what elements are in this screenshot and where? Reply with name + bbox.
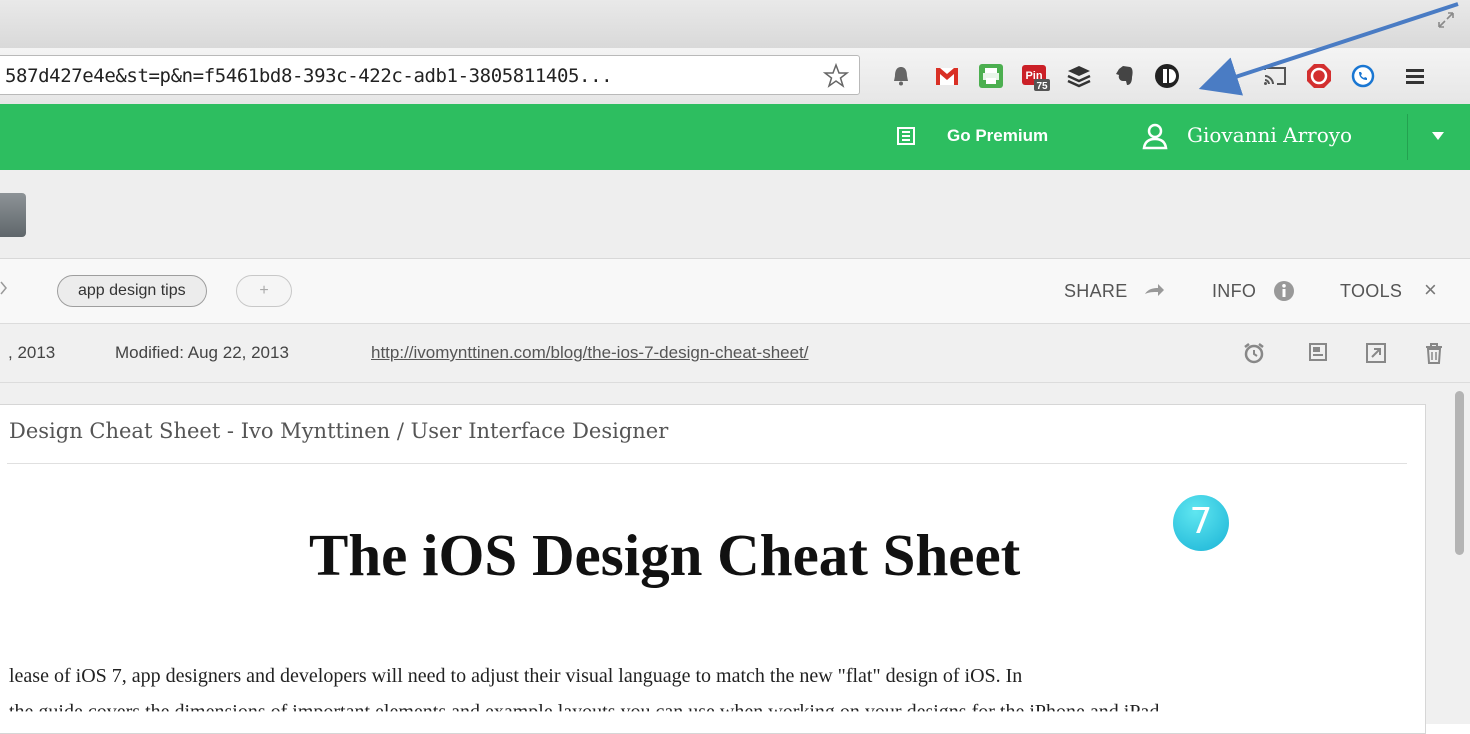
created-date: , 2013	[8, 343, 56, 362]
scrollbar[interactable]	[1448, 383, 1470, 724]
go-premium-button[interactable]: Go Premium	[947, 126, 1048, 146]
note-toolbar-strip	[0, 170, 1470, 259]
done-button[interactable]	[0, 193, 26, 237]
tag-chip[interactable]: app design tips	[57, 275, 207, 307]
divider	[1407, 114, 1408, 160]
article-headline: The iOS Design Cheat Sheet	[309, 522, 1021, 588]
trash-icon[interactable]	[1422, 341, 1446, 365]
instapaper-icon[interactable]	[1152, 61, 1182, 91]
address-bar[interactable]: 587d427e4e&st=p&n=f5461bd8-393c-422c-adb…	[0, 55, 860, 95]
share-button[interactable]: SHARE	[1064, 281, 1128, 302]
chevron-icon	[0, 281, 7, 295]
info-button[interactable]: INFO	[1212, 281, 1256, 302]
user-icon	[1142, 123, 1168, 150]
info-icon[interactable]	[1272, 279, 1296, 303]
bookmark-star-icon[interactable]	[823, 63, 849, 89]
article-paragraph: the guide covers the dimensions of impor…	[9, 701, 1160, 723]
annotation-arrow	[1198, 2, 1459, 96]
tools-button[interactable]: TOOLS	[1340, 281, 1402, 302]
chevron-down-icon[interactable]	[1432, 132, 1444, 140]
user-name-button[interactable]: Giovanni Arroyo	[1187, 123, 1352, 147]
expand-window-icon[interactable]	[1364, 341, 1388, 365]
tag-row: app design tips + SHARE INFO TOOLS ×	[0, 259, 1470, 323]
title-divider	[7, 463, 1407, 464]
layers-icon[interactable]	[1064, 61, 1094, 91]
scrollbar-thumb[interactable]	[1455, 391, 1464, 555]
reminder-alarm-icon[interactable]	[1242, 341, 1266, 365]
premium-book-icon	[897, 127, 915, 145]
source-url-link[interactable]: http://ivomynttinen.com/blog/the-ios-7-d…	[371, 343, 809, 363]
close-icon[interactable]: ×	[1424, 277, 1437, 303]
url-text[interactable]: 587d427e4e&st=p&n=f5461bd8-393c-422c-adb…	[5, 65, 613, 87]
arrow-right-icon[interactable]	[1142, 279, 1166, 303]
note-title[interactable]: Design Cheat Sheet - Ivo Mynttinen / Use…	[9, 419, 668, 443]
bell-icon[interactable]	[886, 61, 916, 91]
app-header: Go Premium Giovanni Arroyo	[0, 104, 1470, 170]
pinterest-icon[interactable]: Pin 75	[1020, 61, 1050, 91]
pinterest-badge: 75	[1036, 81, 1048, 91]
present-icon[interactable]	[1306, 341, 1330, 365]
ios7-badge: 7	[1173, 495, 1229, 551]
modified-date: Modified: Aug 22, 2013	[115, 343, 289, 362]
add-tag-button[interactable]: +	[236, 275, 292, 307]
printer-icon[interactable]	[976, 61, 1006, 91]
note-metadata-row: , 2013 Modified: Aug 22, 2013 http://ivo…	[0, 323, 1470, 383]
article-paragraph: lease of iOS 7, app designers and develo…	[9, 665, 1023, 687]
note-card: Design Cheat Sheet - Ivo Mynttinen / Use…	[0, 404, 1426, 734]
elephant-icon[interactable]	[1110, 61, 1140, 91]
gmail-icon[interactable]	[932, 61, 962, 91]
